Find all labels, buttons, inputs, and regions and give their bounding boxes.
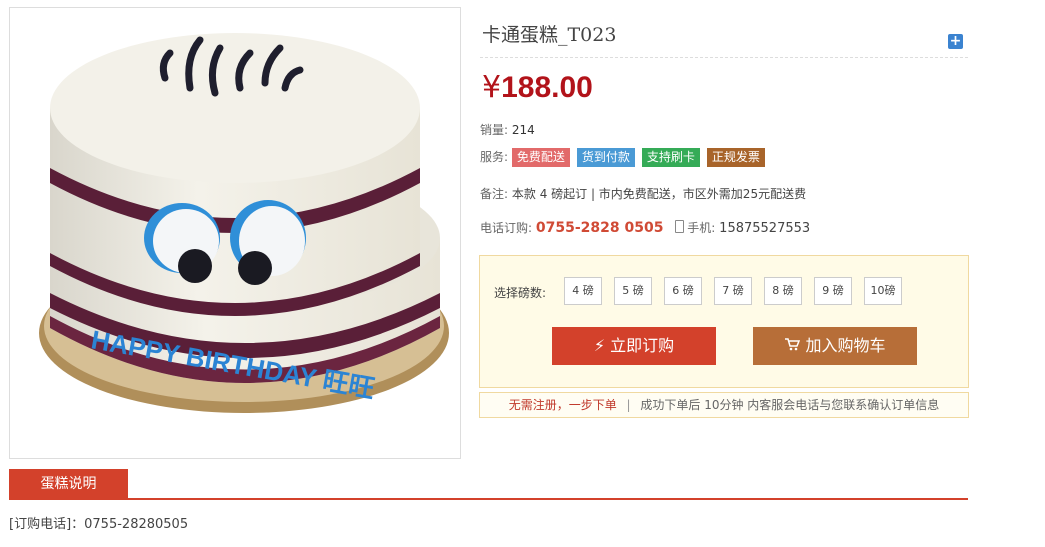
add-to-cart-label: 加入购物车 <box>805 336 886 355</box>
weight-label: 选择磅数: <box>494 286 547 300</box>
order-phone: 0755-2828 0505 <box>535 220 664 236</box>
order-note-text: 成功下单后 10分钟 内客服会电话与您联系确认订单信息 <box>640 398 940 412</box>
service-tag-free-delivery: 免费配送 <box>511 148 570 167</box>
price-value: 188.00 <box>501 71 593 104</box>
cart-icon <box>784 327 801 365</box>
mobile-number: 15875527553 <box>719 221 811 236</box>
sales-value: 214 <box>511 123 535 137</box>
order-note: 无需注册，一步下单 | 成功下单后 10分钟 内客服会电话与您联系确认订单信息 <box>479 392 969 418</box>
mobile-icon <box>675 220 685 233</box>
purchase-panel: 选择磅数: 4 磅 5 磅 6 磅 7 磅 8 磅 9 磅 10磅 ⚡ 立即订购… <box>479 255 969 388</box>
weight-option-10[interactable]: 10磅 <box>864 277 902 305</box>
product-image: HAPPY BIRTHDAY 旺旺 <box>9 7 461 459</box>
service-tag-card: 支持刷卡 <box>641 148 700 167</box>
service-label: 服务: <box>480 150 509 164</box>
lightning-icon: ⚡ <box>593 336 606 355</box>
weight-option-4[interactable]: 4 磅 <box>564 277 602 305</box>
tab-cake-description[interactable]: 蛋糕说明 <box>9 469 128 499</box>
cake-illustration: HAPPY BIRTHDAY 旺旺 <box>39 33 449 413</box>
service-tag-cod: 货到付款 <box>576 148 635 167</box>
weight-option-7[interactable]: 7 磅 <box>714 277 752 305</box>
sales-row: 销量: 214 <box>480 121 535 138</box>
plus-icon[interactable]: + <box>948 34 963 49</box>
divider <box>480 57 968 58</box>
buy-now-button[interactable]: ⚡ 立即订购 <box>552 327 716 365</box>
weight-option-9[interactable]: 9 磅 <box>814 277 852 305</box>
remark-text: 本款 4 磅起订 | 市内免费配送，市区外需加25元配送费 <box>511 187 807 201</box>
sales-label: 销量: <box>480 123 509 137</box>
services-row: 服务: 免费配送 货到付款 支持刷卡 正规发票 <box>480 148 772 167</box>
weight-option-8[interactable]: 8 磅 <box>764 277 802 305</box>
product-price: ¥188.00 <box>482 70 593 105</box>
remark-row: 备注: 本款 4 磅起订 | 市内免费配送，市区外需加25元配送费 <box>480 185 806 202</box>
weight-option-6[interactable]: 6 磅 <box>664 277 702 305</box>
mobile-label: 手机: <box>687 221 716 235</box>
phone-label: 电话订购: <box>480 221 533 235</box>
service-tag-invoice: 正规发票 <box>706 148 765 167</box>
product-title: 卡通蛋糕_T023 <box>482 24 617 46</box>
order-note-highlight: 无需注册，一步下单 <box>508 398 617 412</box>
contact-phone: [订购电话]：0755-28280505 <box>9 517 189 532</box>
tab-underline <box>9 498 968 500</box>
add-to-cart-button[interactable]: 加入购物车 <box>753 327 917 365</box>
phone-row: 电话订购: 0755-2828 0505 手机: 15875527553 <box>480 219 810 236</box>
buy-now-label: 立即订购 <box>610 336 675 355</box>
currency-symbol: ¥ <box>482 70 502 105</box>
remark-label: 备注: <box>480 187 509 201</box>
weight-option-5[interactable]: 5 磅 <box>614 277 652 305</box>
